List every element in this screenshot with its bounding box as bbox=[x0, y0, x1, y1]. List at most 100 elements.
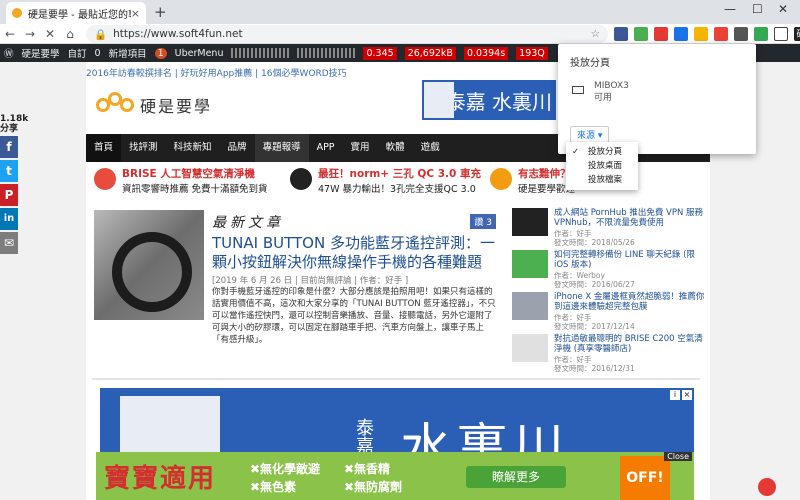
email-share-icon[interactable]: ✉ bbox=[0, 232, 18, 254]
stop-icon[interactable]: ✕ bbox=[40, 27, 60, 41]
list-item[interactable]: 如何完整轉移備份 LINE 聊天紀錄 (限 iOS 版本) 作者：Werboy 發… bbox=[506, 250, 706, 290]
ad-info-icon[interactable]: i bbox=[670, 390, 680, 400]
menu-option-cast-desktop[interactable]: 投放桌面 bbox=[566, 159, 638, 173]
promo-icon bbox=[94, 168, 116, 190]
menu-brands[interactable]: 品牌 bbox=[220, 134, 255, 162]
ad-feature: ✖無香精 bbox=[344, 462, 391, 476]
promo-sub: 47W 暴力輸出！3孔完全支援QC 3.0 bbox=[318, 184, 476, 195]
twitter-share-icon[interactable]: t bbox=[0, 160, 18, 182]
article-title[interactable]: TUNAI BUTTON 多功能藍牙遙控評測：一顆小按鈕解決你無線操作手機的各種… bbox=[212, 234, 500, 272]
ad-close-button[interactable]: Close bbox=[664, 452, 692, 461]
browser-tab[interactable]: 硬是要學 - 最貼近您的專業 3C 資 × bbox=[6, 2, 146, 24]
item-title[interactable]: iPhone X 金屬邊框竟然超脆弱！推薦你到這邊來體驗超完整包膜 bbox=[554, 292, 706, 312]
promo-item[interactable]: 最狂！norm+ 三孔 QC 3.0 車充 47W 暴力輸出！3孔完全支援QC … bbox=[290, 166, 481, 195]
logo-text: 硬是要學 bbox=[140, 97, 213, 116]
top-link[interactable]: 16個必學WORD技巧 bbox=[261, 69, 347, 79]
pinterest-share-icon[interactable]: P bbox=[0, 184, 18, 206]
top-link[interactable]: 好玩好用App推薦 bbox=[181, 69, 253, 79]
header-ad-banner[interactable]: 泰嘉 水裏川 bbox=[422, 80, 556, 120]
lock-icon: 🔒 bbox=[94, 28, 108, 41]
stat-1[interactable]: 26,692kB bbox=[404, 46, 456, 60]
site-logo[interactable]: 硬是要學 bbox=[96, 92, 212, 118]
linkedin-share-icon[interactable]: in bbox=[0, 208, 18, 230]
admin-comments[interactable]: 0 bbox=[95, 48, 101, 59]
stats-graph bbox=[231, 48, 290, 58]
stat-0[interactable]: 0.345 bbox=[363, 46, 397, 60]
item-title[interactable]: 成人網站 PornHub 推出免費 VPN 服務 VPNhub，不限流量免費使用 bbox=[554, 208, 706, 228]
menu-app[interactable]: APP bbox=[309, 134, 343, 162]
cast-title: 投放分頁 bbox=[570, 58, 610, 69]
minimize-button[interactable]: — bbox=[724, 2, 736, 16]
notification-bell-icon[interactable] bbox=[758, 478, 776, 496]
admin-new-item[interactable]: 新增項目 bbox=[109, 46, 147, 60]
home-icon[interactable]: ⌂ bbox=[60, 27, 80, 41]
back-icon[interactable]: ← bbox=[0, 27, 20, 41]
logo-icon bbox=[96, 92, 136, 118]
tab-close-icon[interactable]: × bbox=[131, 7, 140, 20]
ad-close-icon[interactable]: × bbox=[682, 390, 692, 400]
admin-customize[interactable]: 自訂 bbox=[68, 46, 87, 60]
promo-icon bbox=[290, 168, 312, 190]
item-meta: 作者：Werboy 發文時間：2016/06/27 bbox=[554, 271, 635, 289]
toolbar: ← → ✕ ⌂ 🔒 https://www.soft4fun.net ☆ 硬 ⋮ bbox=[0, 24, 800, 44]
menu-home[interactable]: 首頁 bbox=[86, 134, 122, 162]
extension-icon[interactable] bbox=[634, 27, 648, 41]
source-dropdown[interactable]: 來源 ▾ bbox=[570, 126, 610, 143]
menu-games[interactable]: 遊戲 bbox=[413, 134, 448, 162]
cast-device[interactable]: MIBOX3 可用 bbox=[594, 80, 629, 104]
extension-icon[interactable] bbox=[654, 27, 668, 41]
admin-notifications[interactable]: 1 bbox=[154, 47, 167, 59]
learn-more-button[interactable]: 瞭解更多 bbox=[466, 466, 566, 488]
list-item[interactable]: 成人網站 PornHub 推出免費 VPN 服務 VPNhub，不限流量免費使用… bbox=[506, 208, 706, 248]
promo-item[interactable]: BRISE 人工智慧空氣清淨機 資訊零響時推薦 免費十滿額免到貨 bbox=[94, 166, 268, 195]
device-status: 可用 bbox=[594, 93, 613, 103]
extension-icon[interactable] bbox=[714, 27, 728, 41]
extension-icon[interactable] bbox=[754, 27, 768, 41]
promo-item[interactable]: 有志難伸？ 硬是要學歡迎 bbox=[490, 166, 575, 195]
profile-icon[interactable]: 硬 bbox=[794, 27, 800, 41]
ad-feature: ✖無防腐劑 bbox=[344, 480, 403, 494]
item-title[interactable]: 如何完整轉移備份 LINE 聊天紀錄 (限 iOS 版本) bbox=[554, 250, 706, 270]
menu-software[interactable]: 軟體 bbox=[378, 134, 413, 162]
extensions: 硬 ⋮ bbox=[614, 27, 800, 41]
extension-icon[interactable] bbox=[734, 27, 748, 41]
cast-icon[interactable] bbox=[774, 27, 788, 41]
bookmark-star-icon[interactable]: ☆ bbox=[591, 28, 600, 40]
wordpress-icon[interactable]: Ⓦ bbox=[4, 46, 14, 60]
admin-site-name[interactable]: 硬是要學 bbox=[22, 46, 60, 60]
tab-strip: 硬是要學 - 最貼近您的專業 3C 資 × + — ☐ ✕ bbox=[0, 0, 800, 24]
ad-feature: ✖無化學敵避 bbox=[250, 462, 321, 476]
maximize-button[interactable]: ☐ bbox=[752, 2, 763, 16]
close-window-button[interactable]: ✕ bbox=[778, 2, 788, 16]
extension-icon[interactable] bbox=[694, 27, 708, 41]
new-tab-button[interactable]: + bbox=[154, 3, 167, 21]
stats-graph bbox=[297, 48, 356, 58]
menu-option-cast-file[interactable]: 投放檔案 bbox=[566, 173, 638, 187]
top-link[interactable]: 2016年訪春較撰排名 bbox=[86, 69, 172, 79]
address-bar[interactable]: 🔒 https://www.soft4fun.net ☆ bbox=[86, 25, 608, 43]
featured-article: 最新文章 讚 3 TUNAI BUTTON 多功能藍牙遙控評測：一顆小按鈕解決你… bbox=[92, 208, 500, 378]
thumbnail bbox=[512, 208, 548, 236]
stat-3[interactable]: 193Q bbox=[516, 46, 548, 60]
promo-icon bbox=[490, 168, 512, 190]
menu-features[interactable]: 專題報導 bbox=[254, 134, 309, 162]
stat-2[interactable]: 0.0394s bbox=[463, 46, 509, 60]
item-title[interactable]: 對抗過敏最聰明的 BRISE C200 空氣清淨機 (真享零醫師店) bbox=[554, 334, 706, 354]
admin-ubermenu[interactable]: UberMenu bbox=[175, 48, 224, 59]
extension-icon[interactable] bbox=[614, 27, 628, 41]
menu-option-cast-tab[interactable]: ✓ 投放分頁 bbox=[566, 145, 638, 159]
menu-tech-news[interactable]: 科技新知 bbox=[166, 134, 220, 162]
like-button[interactable]: 讚 3 bbox=[470, 214, 496, 229]
facebook-share-icon[interactable]: f bbox=[0, 136, 18, 158]
sticky-bottom-ad[interactable]: 寶寶適用 ✖無化學敵避 ✖無香精 ✖無色素 ✖無防腐劑 瞭解更多 OFF! Cl… bbox=[96, 452, 694, 500]
list-item[interactable]: iPhone X 金屬邊框竟然超脆弱！推薦你到這邊來體驗超完整包膜 作者：好手發… bbox=[506, 292, 706, 332]
thumbnail bbox=[512, 292, 548, 320]
menu-practical[interactable]: 實用 bbox=[343, 134, 378, 162]
forward-icon[interactable]: → bbox=[20, 27, 40, 41]
featured-image[interactable] bbox=[94, 210, 204, 320]
article-excerpt: 你對手機藍牙遙控的印象是什麼？大部分應該是拍照用吧！如果只有這樣的話實用價值不高… bbox=[212, 287, 496, 345]
menu-reviews[interactable]: 找評測 bbox=[121, 134, 166, 162]
list-item[interactable]: 對抗過敏最聰明的 BRISE C200 空氣清淨機 (真享零醫師店) 作者：好手… bbox=[506, 334, 706, 374]
extension-icon[interactable] bbox=[674, 27, 688, 41]
cast-dialog: 投放分頁 MIBOX3 可用 來源 ▾ bbox=[558, 44, 756, 154]
